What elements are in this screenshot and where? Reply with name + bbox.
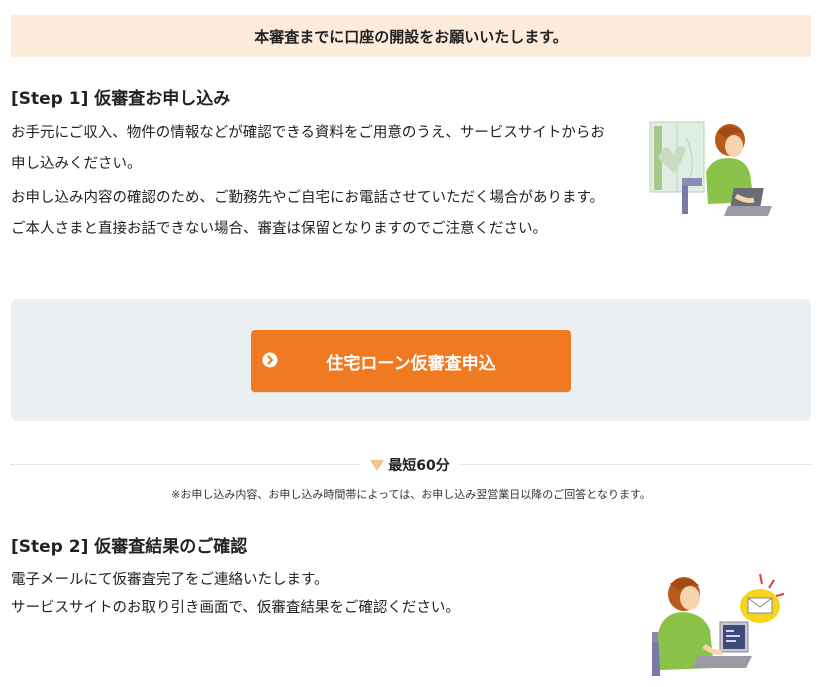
step2-line-2: サービスサイトのお取り引き画面で、仮審査結果をご確認ください。 <box>11 600 460 616</box>
woman-laptop-illustration <box>649 121 772 216</box>
woman-email-illustration <box>652 573 785 676</box>
notice-banner: 本審査までに口座の開設をお願いいたします。 <box>11 15 811 57</box>
step2-line-1: 電子メールにて仮審査完了をご連絡いたします。 <box>11 572 329 588</box>
duration-note: ※お申し込み内容、お申し込み時間帯によっては、お申し込み翌営業日以降のご回答とな… <box>171 488 651 501</box>
down-triangle-icon <box>370 459 385 471</box>
chevron-circle-right-icon <box>261 351 279 369</box>
step1-title: [Step 1] 仮審査お申し込み <box>11 89 231 109</box>
step1-paragraph-2: お申し込み内容の確認のため、ご勤務先やご自宅にお電話させていただく場合があります… <box>11 190 605 237</box>
notice-text: 本審査までに口座の開設をお願いいたします。 <box>254 27 568 46</box>
step1-paragraph-1: お手元にご収入、物件の情報などが確認できる資料をご用意のうえ、サービスサイトから… <box>11 125 605 172</box>
duration-label: 最短60分 <box>388 458 450 474</box>
duration-badge: 最短60分 <box>360 454 460 476</box>
apply-prescreening-button[interactable]: 住宅ローン仮審査申込 <box>251 330 571 392</box>
step2-title: [Step 2] 仮審査結果のご確認 <box>11 537 248 557</box>
apply-prescreening-label: 住宅ローン仮審査申込 <box>326 353 496 374</box>
